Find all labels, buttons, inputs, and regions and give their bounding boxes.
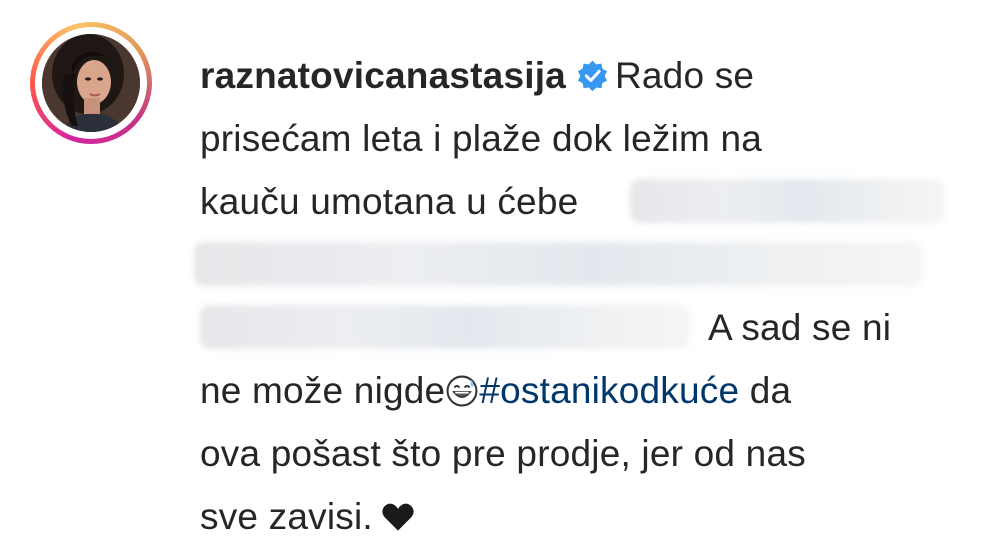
caption-text: kauču umotana u ćebe (200, 181, 579, 222)
caption-text: A sad se ni (708, 307, 892, 348)
comment-line-5: A sad se ni (200, 296, 960, 359)
comment-line-3: kauču umotana u ćebe (200, 170, 960, 233)
comment-line-2: prisećam leta i plaže dok ležim na (200, 107, 960, 170)
blurred-text-region (630, 179, 945, 223)
avatar-photo-icon (42, 34, 140, 132)
comment-container: raznatovicanastasija Rado se prisećam le… (0, 0, 1000, 537)
blurred-text-region (194, 242, 922, 286)
comment-line-6: ne može nigde #ostanikodkuće da (200, 359, 960, 422)
caption-text: da (749, 370, 792, 411)
caption-text: prisećam leta i plaže dok ležim na (200, 118, 763, 159)
comment-text: raznatovicanastasija Rado se prisećam le… (194, 44, 960, 548)
grinning-sweat-emoji-icon (446, 375, 478, 407)
avatar[interactable] (42, 34, 140, 132)
hashtag-link[interactable]: #ostanikodkuće (479, 370, 739, 411)
comment-line-7: ova pošast što pre prodje, jer od nas (200, 422, 960, 485)
comment-line-4 (194, 233, 960, 296)
caption-text: ne može nigde (200, 370, 446, 411)
caption-text: sve zavisi. (200, 496, 373, 537)
avatar-story-ring[interactable] (30, 22, 152, 144)
comment-line-1: raznatovicanastasija Rado se (200, 44, 960, 107)
verified-badge-icon (577, 60, 607, 92)
username-link[interactable]: raznatovicanastasija (200, 55, 566, 96)
caption-text: ova pošast što pre prodje, jer od nas (200, 433, 806, 474)
blurred-text-region (200, 305, 690, 349)
caption-text: Rado se (614, 55, 755, 96)
comment-line-8: sve zavisi. (200, 485, 960, 548)
black-heart-icon (382, 503, 414, 531)
